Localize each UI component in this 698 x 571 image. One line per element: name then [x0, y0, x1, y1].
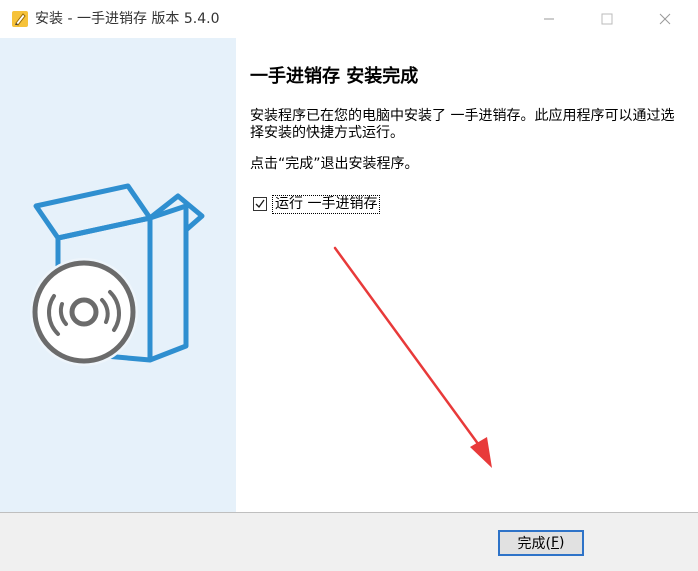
close-button[interactable] — [642, 0, 688, 38]
box-disc-illustration — [30, 183, 205, 366]
maximize-icon — [601, 13, 613, 25]
finish-label-close: ) — [559, 535, 565, 551]
button-bar: 完成(F) — [0, 512, 698, 571]
maximize-button[interactable] — [584, 0, 630, 38]
page-title: 一手进销存 安装完成 — [250, 66, 419, 87]
disc-icon — [30, 258, 138, 366]
minimize-button[interactable] — [526, 0, 572, 38]
finish-accelerator: F — [550, 535, 560, 551]
run-app-label[interactable]: 运行 一手进销存 — [272, 194, 381, 214]
close-icon — [659, 13, 671, 25]
installer-pencil-icon — [12, 11, 28, 27]
completion-message: 安装程序已在您的电脑中安装了 一手进销存。此应用程序可以通过选择安装的快捷方式运… — [250, 108, 675, 141]
finish-button[interactable]: 完成(F) — [498, 530, 584, 556]
run-app-checkbox[interactable] — [253, 197, 267, 211]
run-app-option[interactable]: 运行 一手进销存 — [253, 194, 381, 214]
checkmark-icon — [255, 199, 265, 209]
title-bar[interactable]: 安装 - 一手进销存 版本 5.4.0 — [0, 0, 698, 38]
exit-hint: 点击“完成”退出安装程序。 — [250, 156, 419, 172]
installer-sidebar — [0, 38, 236, 512]
finish-page: 一手进销存 安装完成 安装程序已在您的电脑中安装了 一手进销存。此应用程序可以通… — [236, 38, 698, 512]
finish-label: 完成( — [517, 536, 551, 552]
window-title: 安装 - 一手进销存 版本 5.4.0 — [35, 11, 220, 27]
minimize-icon — [544, 18, 554, 20]
